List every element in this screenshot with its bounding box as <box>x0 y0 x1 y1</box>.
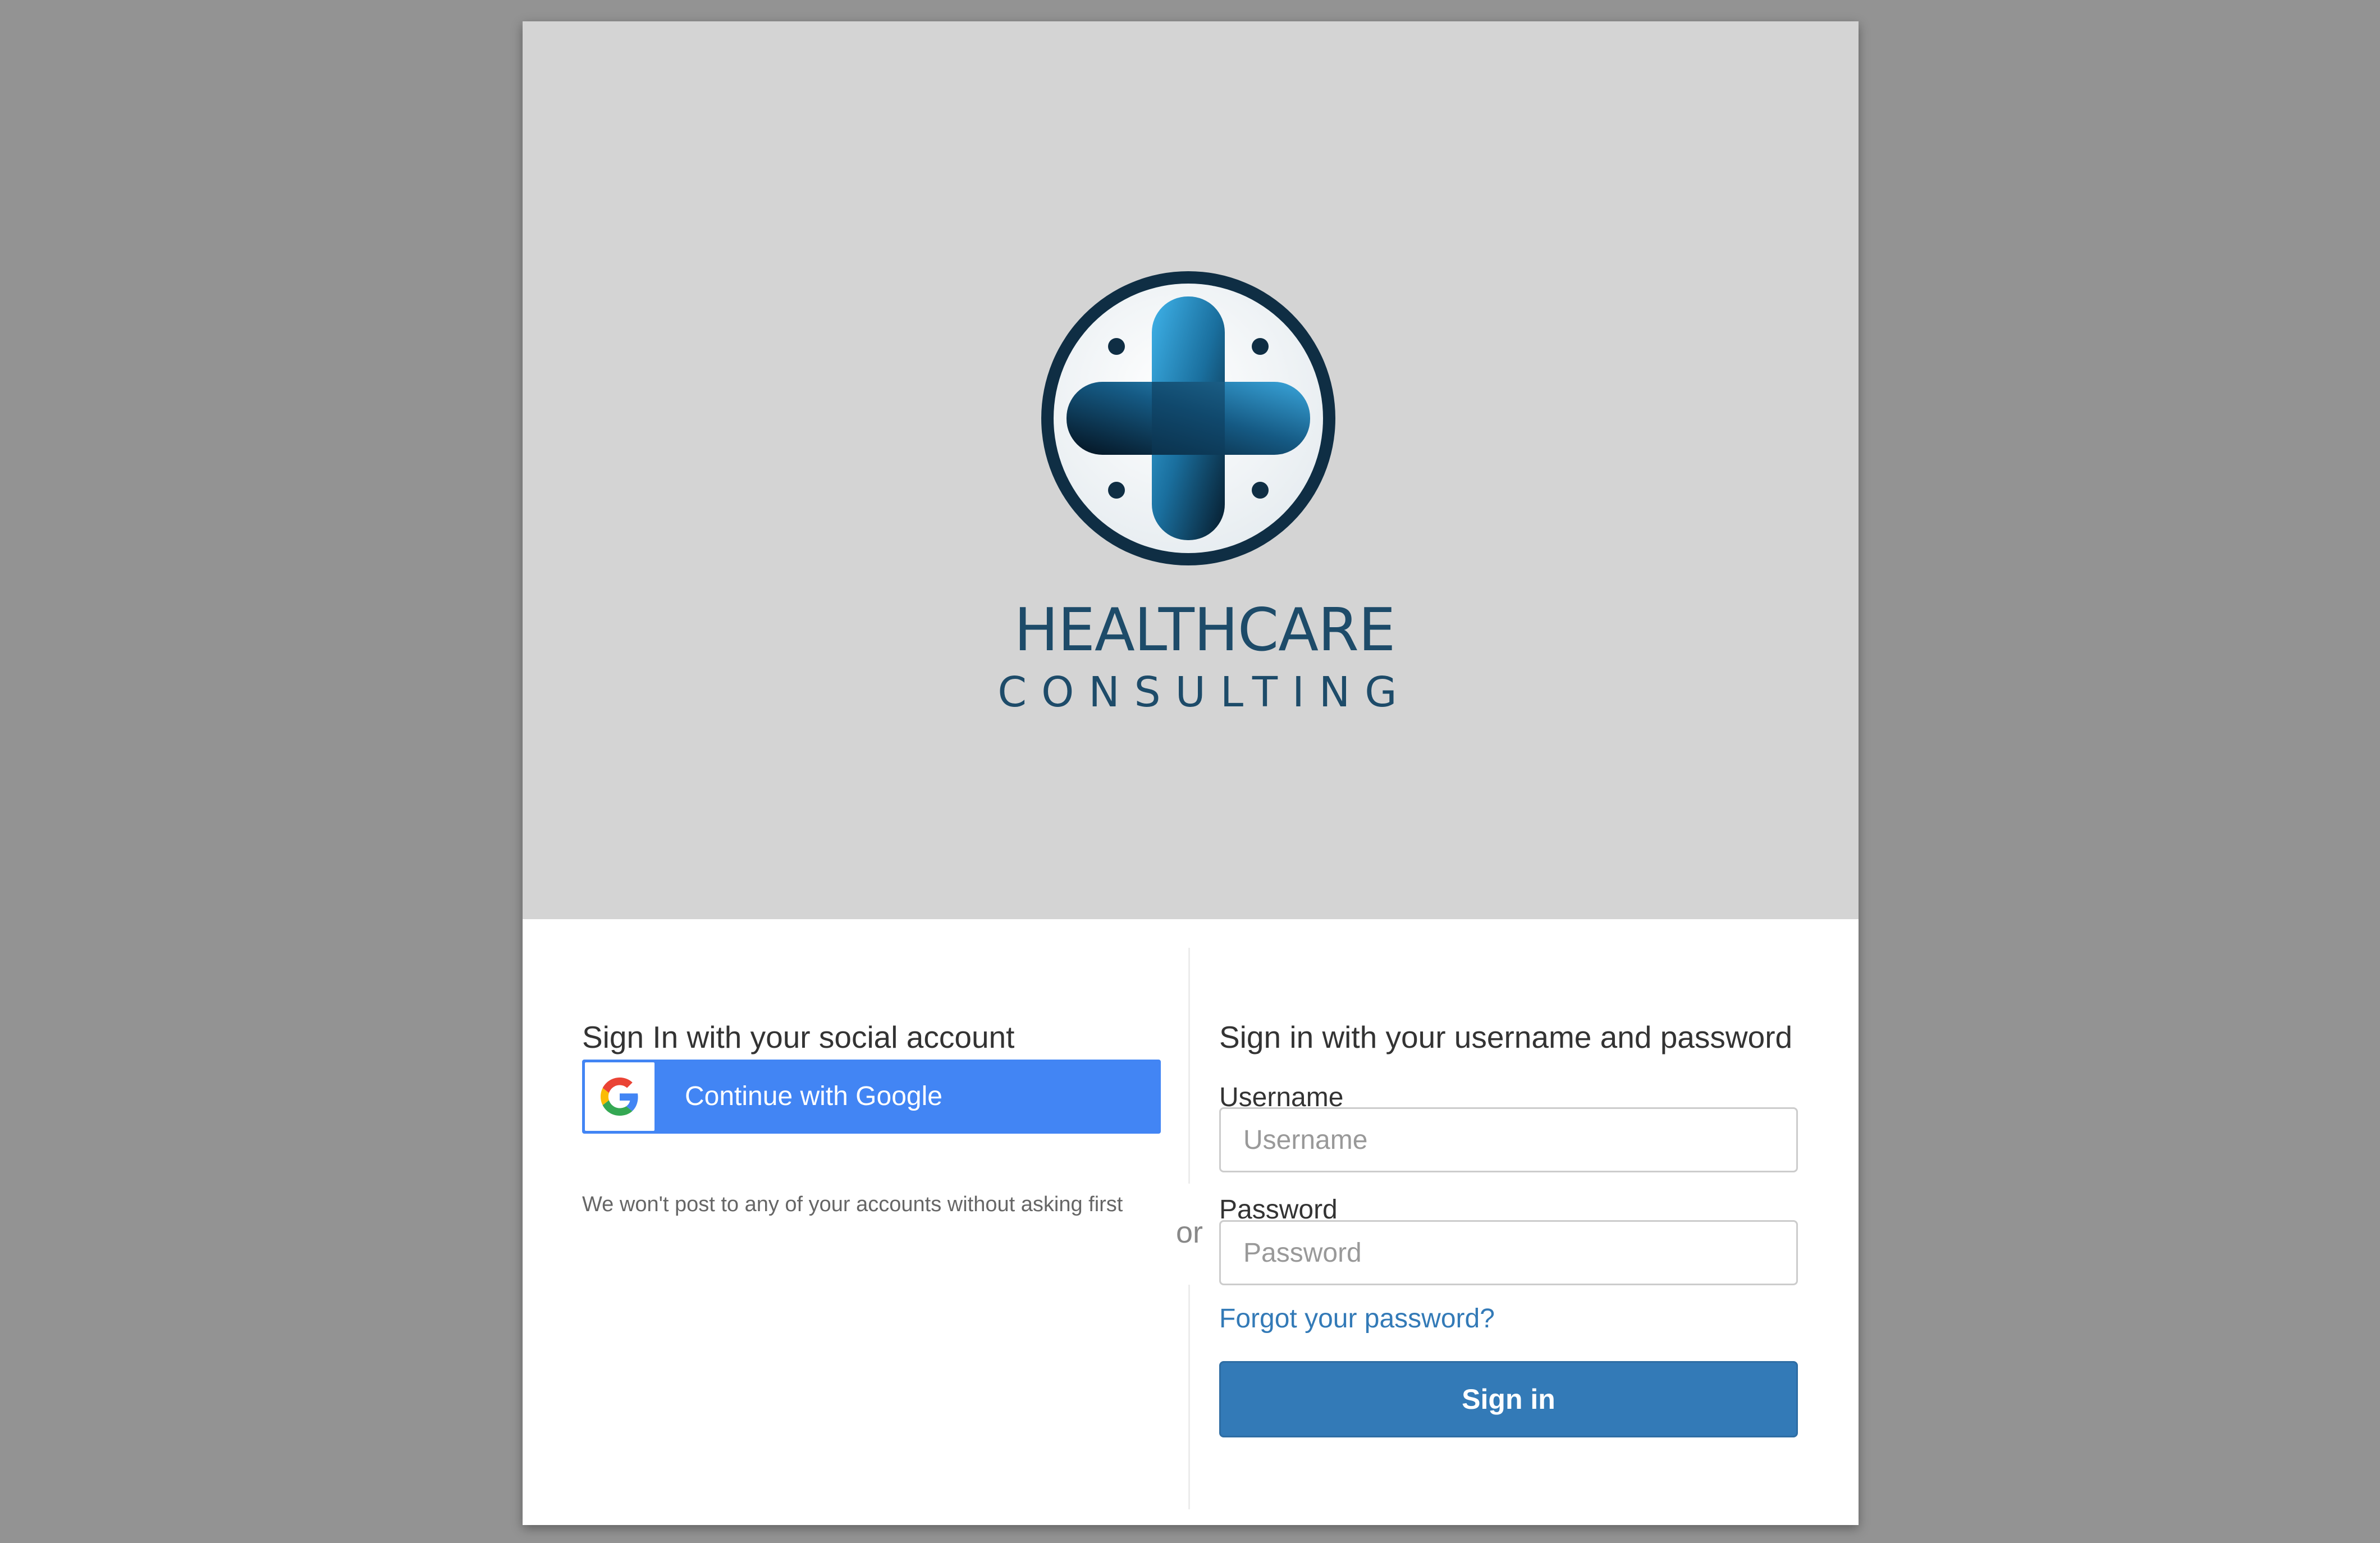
username-input[interactable] <box>1219 1107 1798 1172</box>
healthcare-cross-logo-icon <box>1041 271 1335 565</box>
social-signin-heading: Sign In with your social account <box>582 1020 1015 1054</box>
forgot-password-link[interactable]: Forgot your password? <box>1219 1303 1495 1335</box>
login-card: HEALTHCARE CONSULTING or Sign In with yo… <box>523 21 1859 1525</box>
social-privacy-note: We won't post to any of your accounts wi… <box>582 1193 1123 1216</box>
password-input[interactable] <box>1219 1220 1798 1285</box>
logo-banner: HEALTHCARE CONSULTING <box>523 21 1859 919</box>
vertical-divider-top <box>1188 948 1190 1184</box>
continue-with-google-button[interactable]: Continue with Google <box>582 1060 1161 1134</box>
logo-text-healthcare: HEALTHCARE <box>1014 596 1396 664</box>
sign-in-button[interactable]: Sign in <box>1219 1361 1798 1437</box>
continue-with-google-label: Continue with Google <box>685 1081 942 1111</box>
logo-text-consulting: CONSULTING <box>997 668 1412 716</box>
google-g-icon <box>601 1078 638 1116</box>
credentials-signin-heading: Sign in with your username and password <box>1219 1020 1793 1054</box>
vertical-divider-bottom <box>1188 1285 1190 1509</box>
or-separator: or <box>1175 1216 1203 1249</box>
google-icon-box <box>585 1062 654 1131</box>
